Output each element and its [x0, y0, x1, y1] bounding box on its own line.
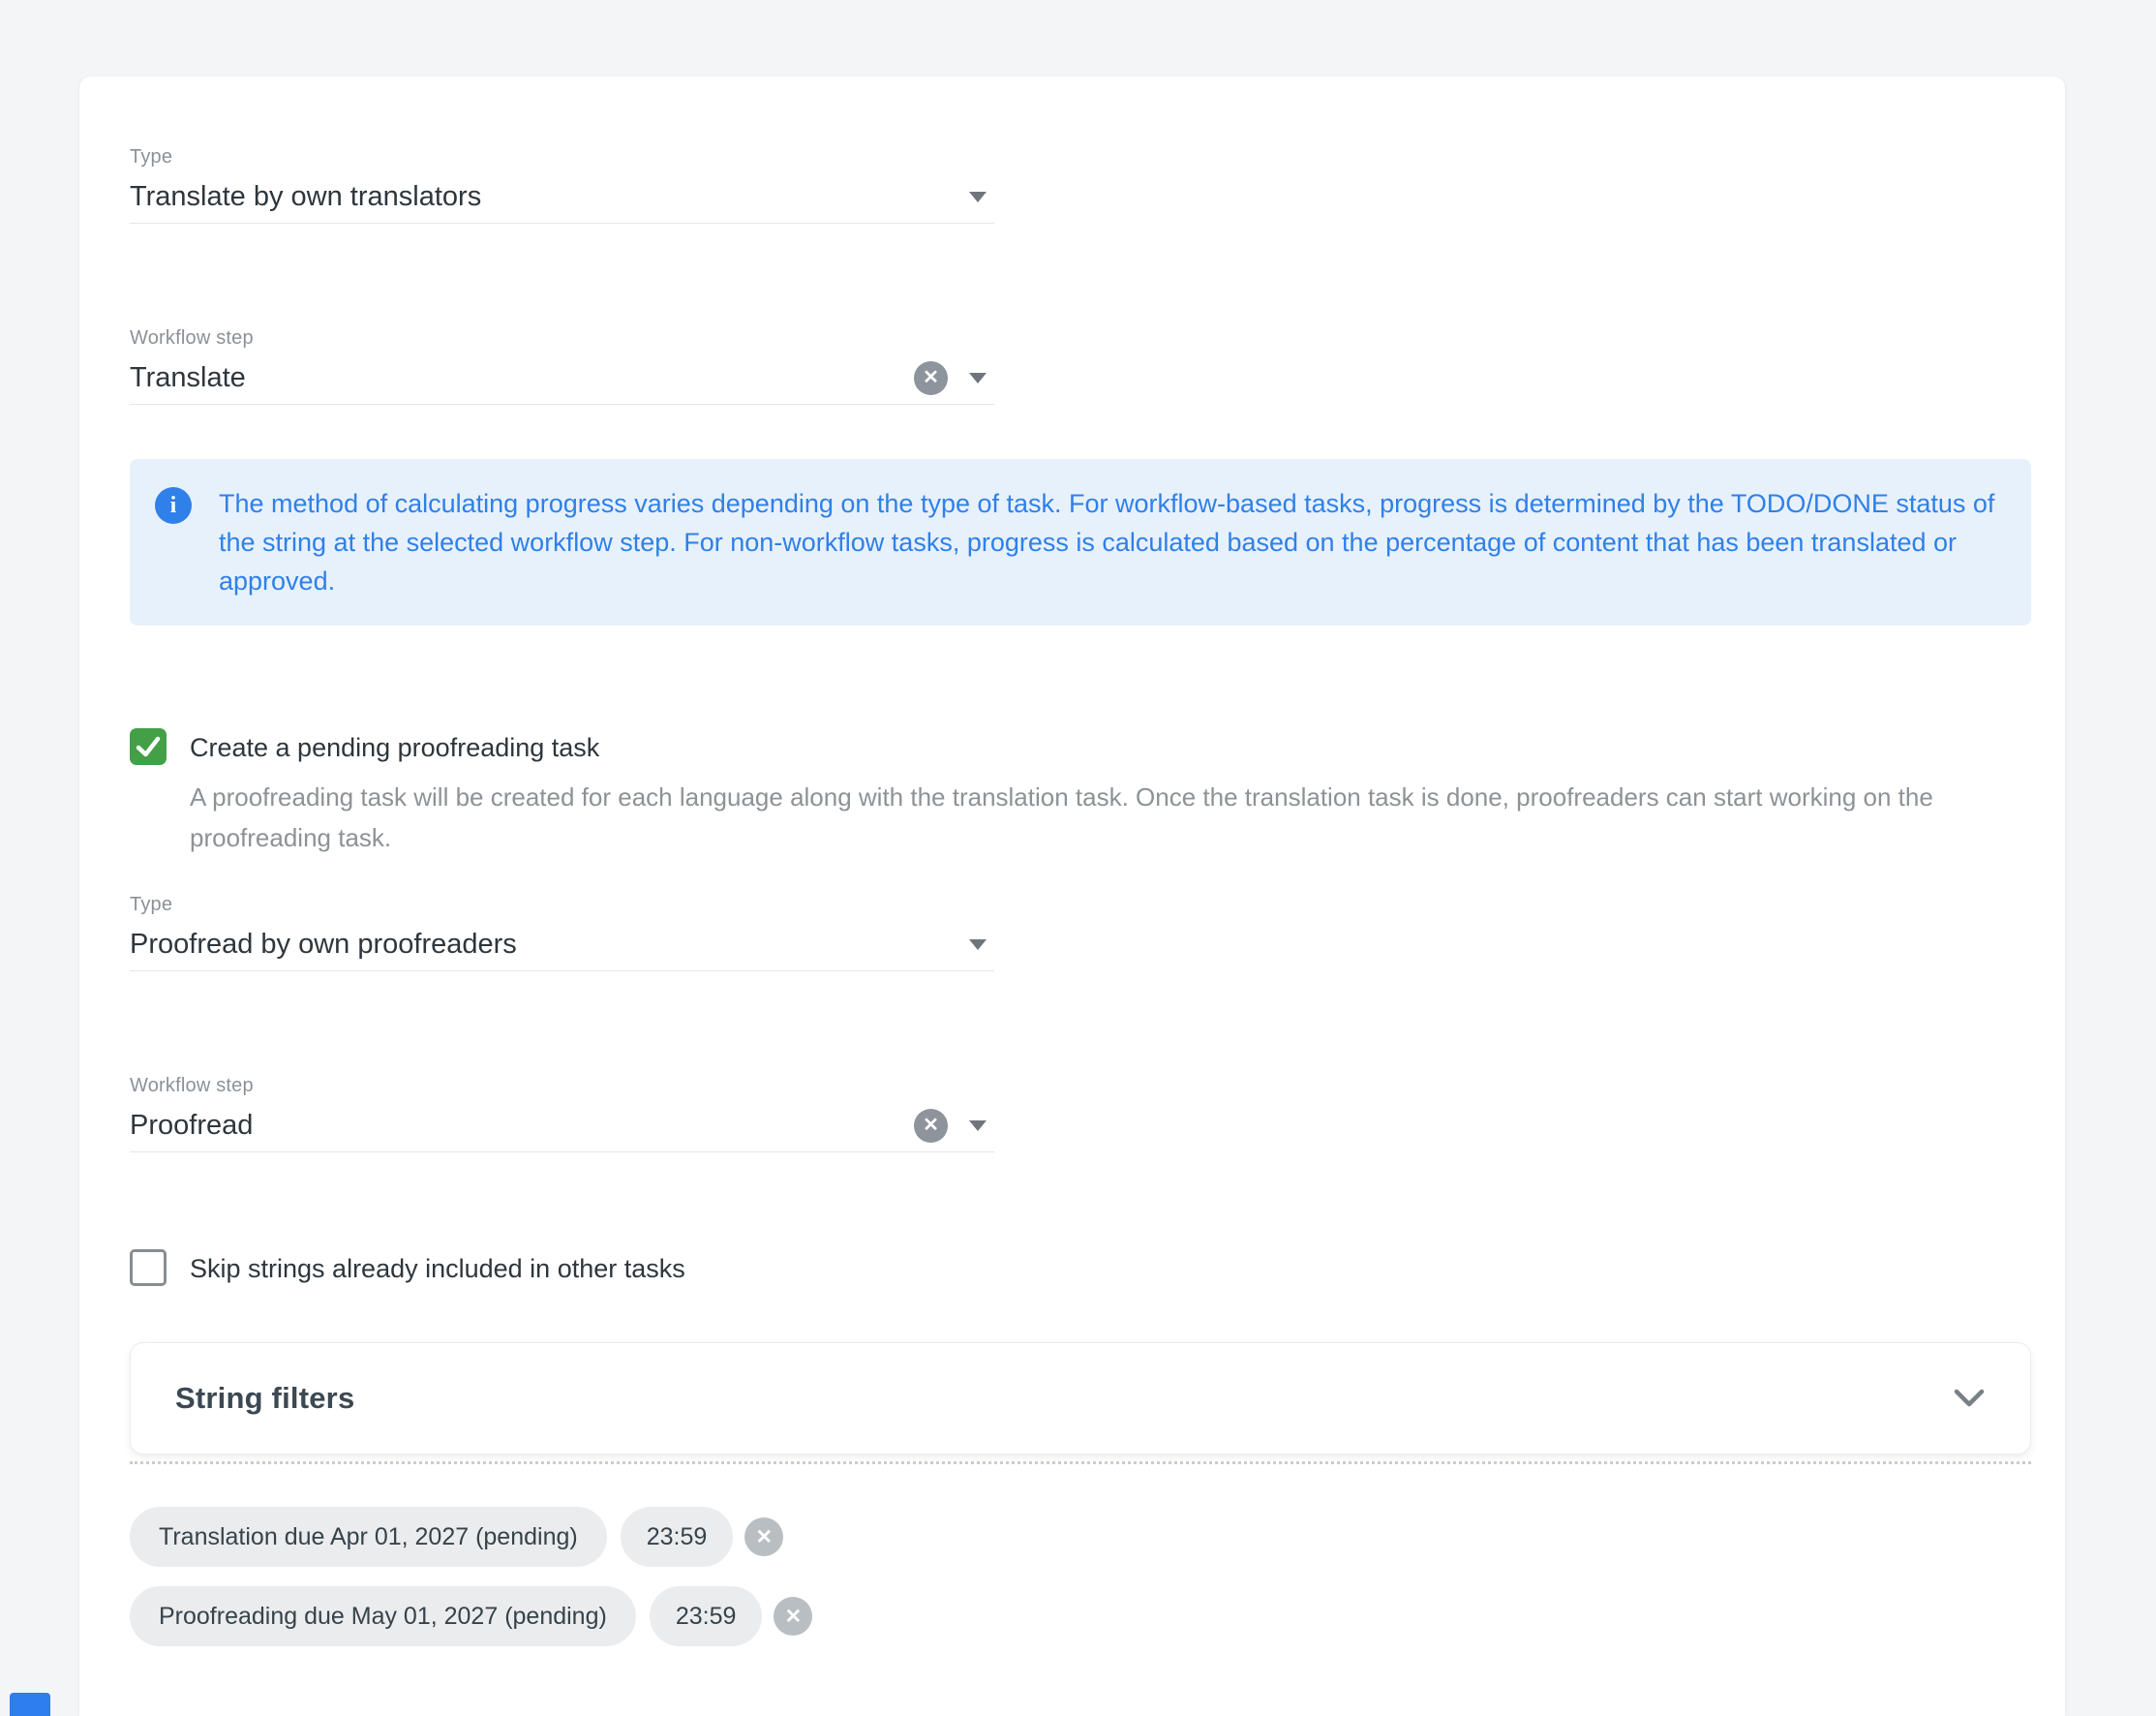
proofreading-checkbox-row: Create a pending proofreading task [130, 728, 2033, 767]
translate-type-select[interactable]: Translate by own translators [130, 178, 994, 224]
close-icon: ✕ [785, 1607, 803, 1627]
translate-type-value: Translate by own translators [130, 178, 969, 215]
proofread-type-label: Type [130, 893, 2033, 916]
skip-strings-label[interactable]: Skip strings already included in other t… [190, 1249, 685, 1288]
translate-workflow-value: Translate [130, 359, 914, 396]
translate-type-label: Type [130, 145, 2033, 169]
progress-info-text: The method of calculating progress varie… [219, 484, 1996, 600]
chevron-down-icon[interactable] [969, 1120, 987, 1131]
task-form-page: Type Translate by own translators Workfl… [0, 0, 2156, 1716]
proofreading-description: A proofreading task will be created for … [190, 777, 2019, 858]
translation-deadline-time-chip[interactable]: 23:59 [621, 1507, 734, 1567]
remove-proofreading-deadline-button[interactable]: ✕ [774, 1597, 812, 1636]
checkmark-icon [130, 728, 167, 765]
chevron-down-icon[interactable] [1953, 1388, 1986, 1409]
skip-strings-row: Skip strings already included in other t… [130, 1249, 2033, 1288]
skip-strings-checkbox[interactable] [130, 1249, 167, 1286]
translation-deadline-chip[interactable]: Translation due Apr 01, 2027 (pending) [130, 1507, 607, 1567]
proofread-type-value: Proofread by own proofreaders [130, 926, 969, 963]
chevron-down-icon[interactable] [969, 373, 987, 383]
string-filters-title: String filters [175, 1381, 354, 1416]
cut-off-blue-element[interactable] [10, 1693, 50, 1716]
proofreading-deadline-row: Proofreading due May 01, 2027 (pending) … [130, 1586, 2033, 1646]
close-icon: ✕ [923, 1116, 939, 1135]
proofread-workflow-label: Workflow step [130, 1074, 2033, 1097]
close-icon: ✕ [755, 1527, 773, 1547]
proofread-workflow-select[interactable]: Proofread ✕ [130, 1107, 994, 1152]
dotted-divider [130, 1461, 2031, 1464]
chevron-down-icon[interactable] [969, 192, 987, 202]
info-icon: i [155, 487, 192, 524]
clear-proofread-workflow-button[interactable]: ✕ [914, 1109, 948, 1143]
create-proofreading-label[interactable]: Create a pending proofreading task [190, 728, 599, 767]
remove-translation-deadline-button[interactable]: ✕ [744, 1517, 783, 1556]
translate-workflow-select[interactable]: Translate ✕ [130, 359, 994, 405]
translation-deadline-row: Translation due Apr 01, 2027 (pending) 2… [130, 1507, 2033, 1567]
proofread-type-select[interactable]: Proofread by own proofreaders [130, 926, 994, 971]
clear-translate-workflow-button[interactable]: ✕ [914, 361, 948, 395]
proofreading-deadline-chip[interactable]: Proofreading due May 01, 2027 (pending) [130, 1586, 636, 1646]
chevron-down-icon[interactable] [969, 939, 987, 950]
create-proofreading-checkbox[interactable] [130, 728, 167, 765]
progress-info-banner: i The method of calculating progress var… [130, 459, 2031, 626]
close-icon: ✕ [923, 368, 939, 387]
proofreading-deadline-time-chip[interactable]: 23:59 [650, 1586, 763, 1646]
string-filters-panel[interactable]: String filters [130, 1342, 2031, 1455]
proofread-workflow-value: Proofread [130, 1107, 914, 1144]
translate-workflow-label: Workflow step [130, 326, 2033, 350]
task-form-card: Type Translate by own translators Workfl… [79, 77, 2065, 1716]
